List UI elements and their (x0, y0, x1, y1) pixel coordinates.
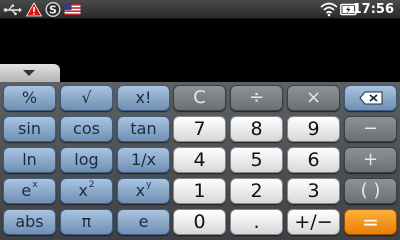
reciprocal-key[interactable]: 1/x (117, 147, 170, 173)
status-time: 17:56 (352, 2, 394, 17)
calculator-display[interactable] (0, 19, 400, 64)
digit-4-key[interactable]: 4 (173, 147, 226, 173)
key-label: ÷ (248, 87, 265, 108)
key-label: 7 (193, 117, 206, 140)
key-label: . (253, 210, 260, 233)
clear-key[interactable]: C (173, 85, 226, 111)
percent-key[interactable]: % (3, 85, 56, 111)
tan-key[interactable]: tan (117, 116, 170, 142)
s-app-icon: S (45, 2, 61, 17)
key-label: 1 (193, 179, 206, 202)
sqrt-key[interactable]: √ (60, 85, 113, 111)
key-label: π (81, 212, 92, 231)
key-label: 0 (193, 210, 206, 233)
power-key[interactable]: xy (117, 178, 170, 204)
calculator-keypad: % √ x! C ÷ × sin cos tan 7 8 9− ln log 1/x 4 5 6 + e x x 2 x y 1 2… (0, 82, 400, 240)
key-label: e (21, 181, 32, 200)
key-label: − (362, 118, 379, 139)
warning-icon (26, 2, 42, 17)
key-label: abs (15, 212, 44, 231)
key-label: % (21, 88, 38, 107)
digit-0-key[interactable]: 0 (173, 209, 226, 235)
key-label: sin (18, 119, 41, 138)
key-label: 6 (307, 148, 320, 171)
minus-key[interactable]: − (344, 116, 397, 142)
parentheses-key[interactable]: ( ) (344, 178, 397, 204)
key-superscript: 2 (88, 179, 95, 190)
abs-key[interactable]: abs (3, 209, 56, 235)
digit-5-key[interactable]: 5 (230, 147, 283, 173)
key-label: tan (130, 119, 157, 138)
equals-key[interactable]: = (344, 209, 397, 235)
factorial-key[interactable]: x! (117, 85, 170, 111)
cos-key[interactable]: cos (60, 116, 113, 142)
digit-2-key[interactable]: 2 (230, 178, 283, 204)
ln-key[interactable]: ln (3, 147, 56, 173)
chevron-down-icon (23, 70, 35, 76)
pi-key[interactable]: π (60, 209, 113, 235)
backspace-key[interactable] (344, 85, 397, 111)
square-key[interactable]: x2 (60, 178, 113, 204)
divide-key[interactable]: ÷ (230, 85, 283, 111)
key-label: = (362, 210, 379, 234)
key-label: x (135, 181, 146, 200)
digit-9-key[interactable]: 9 (287, 116, 340, 142)
key-label: 3 (307, 179, 320, 202)
backspace-icon (358, 91, 382, 105)
digit-6-key[interactable]: 6 (287, 147, 340, 173)
digit-1-key[interactable]: 1 (173, 178, 226, 204)
key-label: x! (135, 88, 152, 107)
digit-8-key[interactable]: 8 (230, 116, 283, 142)
sign-toggle-key[interactable]: +/− (287, 209, 340, 235)
key-label: log (74, 150, 99, 169)
digit-3-key[interactable]: 3 (287, 178, 340, 204)
key-label: 2 (250, 179, 263, 202)
key-label: cos (73, 119, 100, 138)
key-label: 5 (250, 148, 263, 171)
panel-toggle-handle[interactable] (0, 64, 60, 82)
key-label: 4 (193, 148, 206, 171)
key-label: √ (81, 88, 92, 107)
log-key[interactable]: log (60, 147, 113, 173)
key-label: ( ) (360, 180, 381, 201)
wifi-icon (320, 2, 338, 17)
key-label: +/− (294, 210, 333, 233)
exp-key[interactable]: ex (3, 178, 56, 204)
status-bar: S 17:56 (0, 0, 400, 19)
key-label: C (193, 87, 206, 108)
key-label: e (138, 212, 149, 231)
key-superscript: y (146, 179, 152, 190)
key-label: 8 (250, 117, 263, 140)
plus-key[interactable]: + (344, 147, 397, 173)
sin-key[interactable]: sin (3, 116, 56, 142)
key-label: + (362, 149, 379, 170)
flag-icon (64, 4, 81, 15)
multiply-key[interactable]: × (287, 85, 340, 111)
euler-key[interactable]: e (117, 209, 170, 235)
key-label: 1/x (130, 150, 157, 169)
decimal-key[interactable]: . (230, 209, 283, 235)
digit-7-key[interactable]: 7 (173, 116, 226, 142)
key-superscript: x (32, 179, 38, 190)
key-label: x (78, 181, 88, 200)
key-label: ln (22, 150, 37, 169)
key-label: 9 (307, 117, 320, 140)
key-label: × (305, 87, 322, 108)
usb-icon (3, 4, 22, 16)
svg-text:S: S (49, 4, 57, 17)
